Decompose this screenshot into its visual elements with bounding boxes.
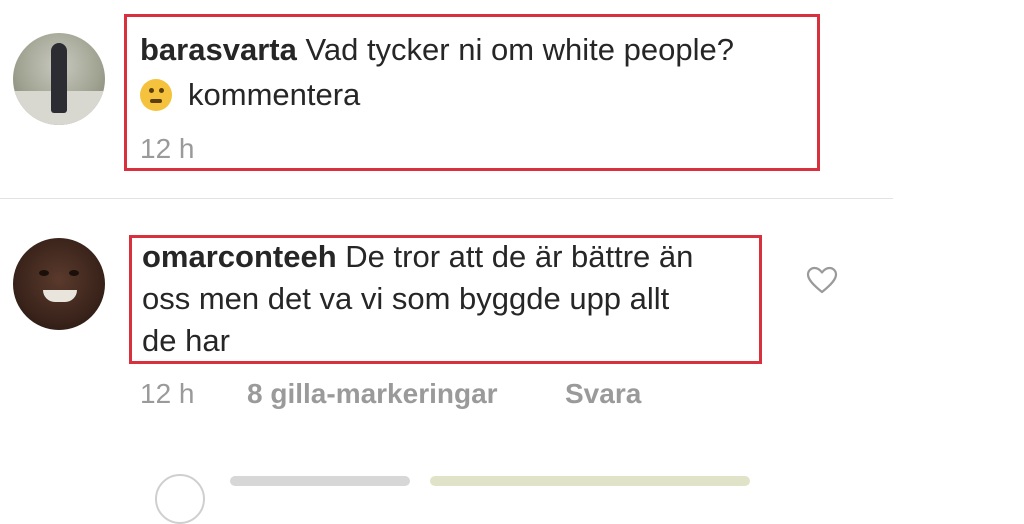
thinking-face-icon — [140, 79, 172, 111]
next-comment-placeholder — [430, 476, 750, 486]
comment-1-line-2: kommentera — [140, 73, 360, 117]
comment-2-line-3: de har — [142, 323, 230, 358]
avatar-eye — [39, 270, 49, 276]
avatar-figure — [51, 43, 67, 113]
comment-2-line-2: oss men det va vi som byggde upp allt — [142, 281, 670, 316]
avatar-omarconteeh[interactable] — [13, 238, 105, 330]
comment-1-text: Vad tycker ni om white people? — [305, 32, 734, 67]
heart-icon[interactable] — [806, 266, 838, 294]
comment-2-timestamp: 12 h — [140, 378, 195, 409]
avatar-barasvarta[interactable] — [13, 33, 105, 125]
comment-1-text-2: kommentera — [188, 77, 361, 112]
likes-count-link[interactable]: 8 gilla-markeringar — [247, 378, 498, 410]
comment-1-line-1: barasvarta Vad tycker ni om white people… — [140, 28, 734, 72]
next-comment-placeholder — [230, 476, 410, 486]
comment-2-line-1: omarconteeh De tror att de är bättre än — [142, 235, 693, 279]
comment-1-timestamp: 12 h — [140, 133, 195, 164]
comment-divider — [0, 198, 893, 199]
comment-2-text: De tror att de är bättre än — [345, 239, 694, 274]
comment-1-username[interactable]: barasvarta — [140, 32, 297, 67]
avatar-smile — [43, 290, 77, 302]
avatar-eye — [69, 270, 79, 276]
reply-button[interactable]: Svara — [565, 378, 641, 410]
comment-2-username[interactable]: omarconteeh — [142, 239, 337, 274]
